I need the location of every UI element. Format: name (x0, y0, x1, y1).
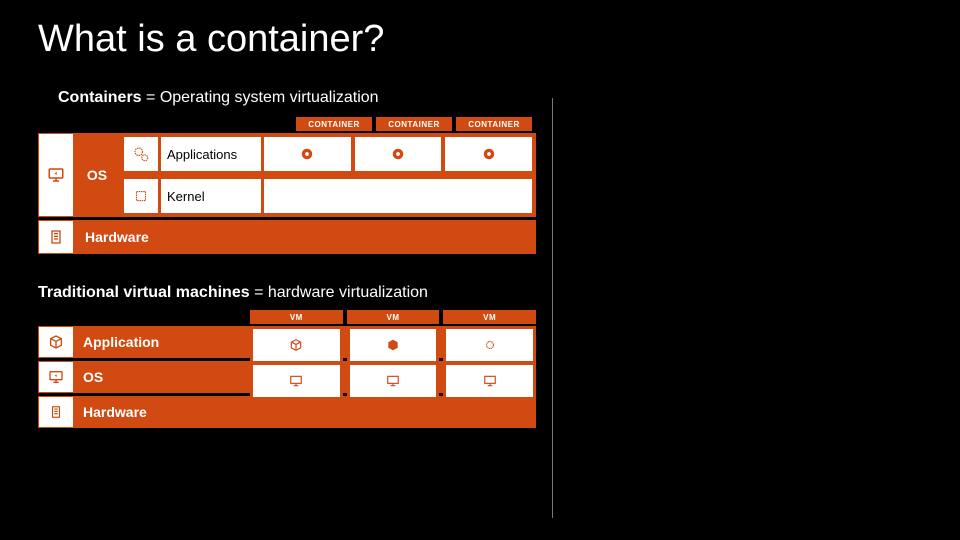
container-badge: CONTAINER (456, 117, 532, 131)
container-badge: CONTAINER (296, 117, 372, 131)
containers-diagram: CONTAINER CONTAINER CONTAINER OS Applica… (38, 117, 536, 254)
cube-icon (39, 327, 73, 357)
vm-subtitle-rest: = hardware virtualization (250, 284, 428, 301)
containers-subtitle-bold: Containers (58, 89, 142, 106)
vm-hardware-row: Hardware (38, 396, 536, 428)
monitor-icon (39, 362, 73, 392)
container-badges-row: CONTAINER CONTAINER CONTAINER (38, 117, 536, 131)
kernel-row: Kernel (121, 174, 535, 216)
vm-columns (250, 326, 536, 400)
applications-label: Applications (161, 137, 261, 171)
vm-badge: VM (347, 310, 440, 324)
os-label: OS (73, 134, 121, 216)
kernel-label: Kernel (161, 179, 261, 213)
vm-badge: VM (443, 310, 536, 324)
server-icon (39, 397, 73, 427)
gear-icon (264, 137, 351, 171)
hardware-label: Hardware (73, 221, 535, 253)
containers-subtitle-rest: = Operating system virtualization (142, 89, 379, 106)
vm-column (250, 326, 343, 400)
hardware-row: Hardware (38, 220, 536, 254)
vm-subtitle: Traditional virtual machines = hardware … (0, 284, 960, 302)
vm-hardware-label: Hardware (73, 397, 535, 427)
monitor-icon (446, 365, 533, 397)
cube-icon (350, 329, 437, 361)
gear-icon (355, 137, 442, 171)
server-icon (39, 221, 73, 253)
cpu-icon (124, 179, 158, 213)
vertical-divider (552, 98, 553, 518)
vm-column (347, 326, 440, 400)
cube-icon (446, 329, 533, 361)
containers-subtitle: Containers = Operating system virtualiza… (0, 89, 960, 107)
monitor-icon (350, 365, 437, 397)
vm-diagram: VM VM VM Application OS (38, 310, 536, 428)
vm-subtitle-bold: Traditional virtual machines (38, 284, 250, 301)
container-badge: CONTAINER (376, 117, 452, 131)
monitor-icon (253, 365, 340, 397)
slide-title: What is a container? (0, 0, 960, 61)
vm-badges-row: VM VM VM (38, 310, 536, 324)
gears-icon (124, 137, 158, 171)
monitor-icon (39, 134, 73, 216)
vm-badge: VM (250, 310, 343, 324)
vm-column (443, 326, 536, 400)
cube-icon (253, 329, 340, 361)
gear-icon (445, 137, 532, 171)
applications-row: Applications (121, 134, 535, 174)
os-row: OS Applications (38, 133, 536, 217)
